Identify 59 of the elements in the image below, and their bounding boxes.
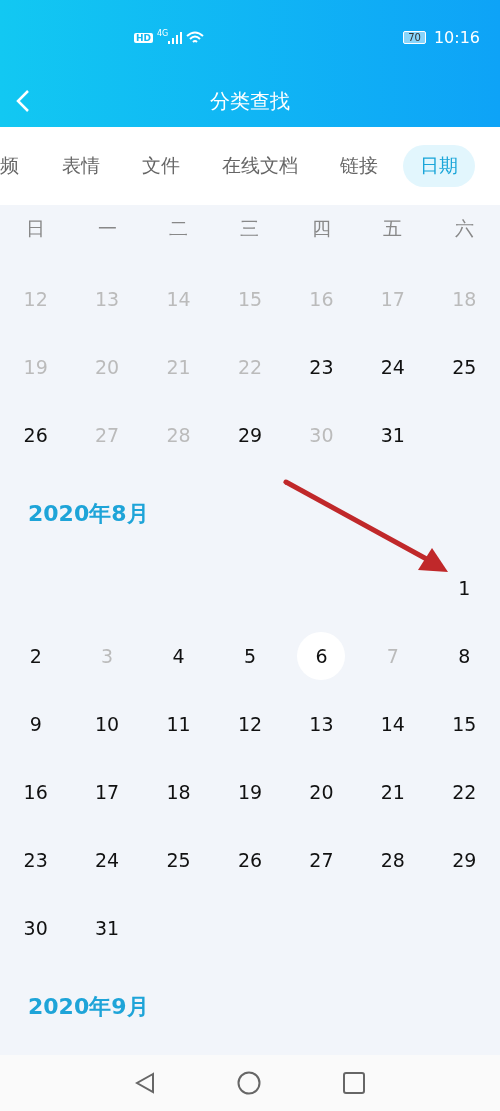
category-tab[interactable]: 文件: [125, 145, 197, 187]
network-label: 4G: [157, 29, 169, 38]
calendar-day[interactable]: 5: [226, 632, 274, 680]
calendar-day[interactable]: 8: [440, 632, 489, 680]
category-tab[interactable]: 链接: [323, 145, 395, 187]
weekday-label: 日: [26, 215, 46, 241]
back-icon[interactable]: [135, 1072, 155, 1094]
calendar-day[interactable]: 17: [83, 768, 132, 816]
recent-apps-icon[interactable]: [343, 1072, 365, 1094]
calendar-day[interactable]: 18: [154, 768, 203, 816]
category-tab[interactable]: 表情: [45, 145, 117, 187]
calendar-day[interactable]: 4: [154, 632, 203, 680]
calendar-day[interactable]: 10: [83, 700, 132, 748]
weekday-label: 一: [97, 215, 117, 241]
calendar-day[interactable]: 25: [154, 836, 203, 884]
calendar-day[interactable]: 29: [226, 411, 274, 459]
calendar-day[interactable]: 12: [226, 700, 274, 748]
hd-icon: HD: [134, 32, 153, 43]
weekday-label: 五: [383, 215, 403, 241]
weekday-label: 六: [454, 215, 474, 241]
calendar-day[interactable]: 2: [11, 632, 60, 680]
calendar-day[interactable]: 14: [368, 700, 417, 748]
wifi-icon: [186, 30, 205, 45]
calendar-day[interactable]: 24: [368, 343, 417, 391]
calendar-day[interactable]: 31: [83, 904, 132, 952]
calendar-day[interactable]: 26: [11, 411, 60, 459]
home-icon[interactable]: [237, 1071, 261, 1095]
calendar-day[interactable]: 15: [440, 700, 489, 748]
signal-icon: [168, 31, 183, 44]
calendar-day[interactable]: 19: [226, 768, 274, 816]
month-title: 2020年8月: [28, 500, 149, 528]
calendar-day[interactable]: 30: [11, 904, 60, 952]
calendar-day[interactable]: 6: [297, 632, 346, 680]
clock-time: 10:16: [433, 28, 480, 47]
calendar-day[interactable]: 26: [226, 836, 274, 884]
weekday-label: 三: [240, 215, 260, 241]
calendar-day[interactable]: 24: [83, 836, 132, 884]
category-tab[interactable]: 在线文档: [205, 145, 315, 187]
battery-icon: 70: [403, 31, 426, 44]
calendar-day[interactable]: 11: [154, 700, 203, 748]
calendar-day[interactable]: 1: [440, 564, 489, 612]
calendar-day[interactable]: 28: [368, 836, 417, 884]
calendar-day[interactable]: 31: [368, 411, 417, 459]
calendar-day[interactable]: 20: [297, 768, 346, 816]
page-title: 分类查找: [210, 87, 290, 115]
calendar-day[interactable]: 27: [297, 836, 346, 884]
calendar-day[interactable]: 9: [11, 700, 60, 748]
calendar-day[interactable]: 23: [297, 343, 346, 391]
calendar-day[interactable]: 25: [440, 343, 489, 391]
category-tab[interactable]: 频: [0, 145, 37, 187]
calendar-day[interactable]: 13: [297, 700, 346, 748]
month-title: 2020年9月: [28, 993, 149, 1021]
calendar-day[interactable]: 21: [368, 768, 417, 816]
calendar-day[interactable]: 16: [11, 768, 60, 816]
calendar-day[interactable]: 29: [440, 836, 489, 884]
calendar-day[interactable]: 22: [440, 768, 489, 816]
calendar-day[interactable]: 23: [11, 836, 60, 884]
weekday-label: 四: [311, 215, 331, 241]
weekday-label: 二: [169, 215, 189, 241]
